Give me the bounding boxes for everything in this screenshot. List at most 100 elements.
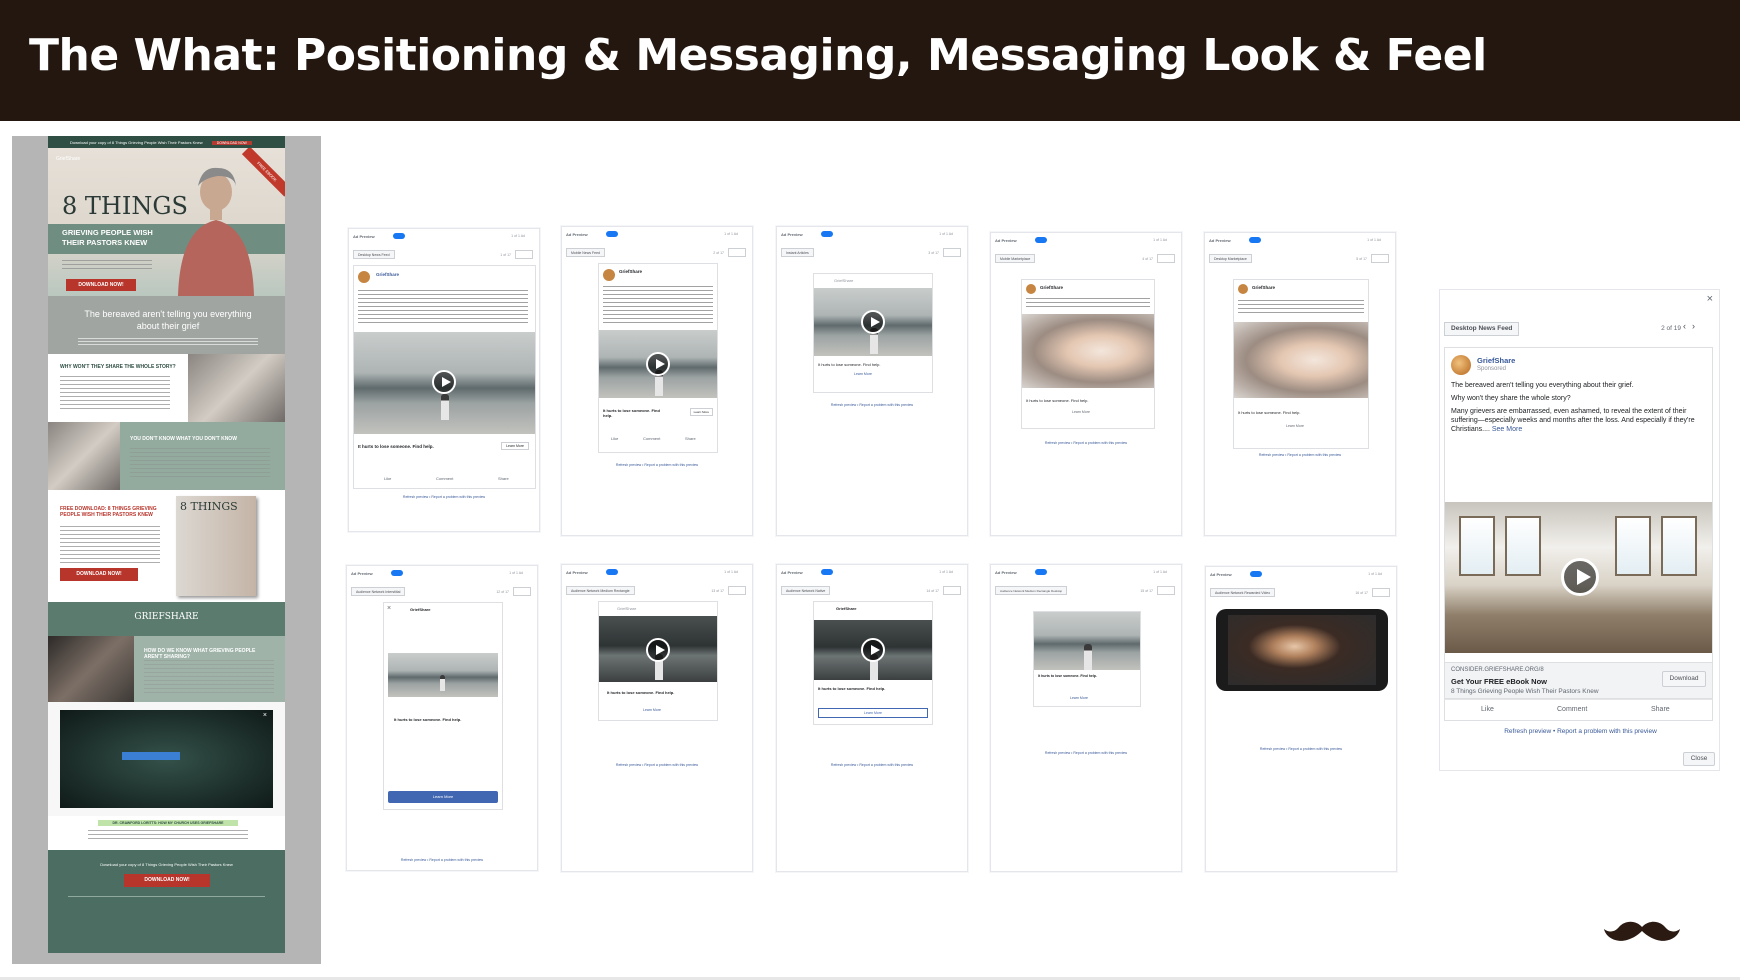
pager-arrows[interactable] bbox=[728, 586, 746, 595]
group-session-video[interactable] bbox=[1445, 502, 1712, 653]
learn-more-button[interactable]: Learn More bbox=[388, 791, 498, 803]
preview-links[interactable]: Refresh preview • Report a problem with … bbox=[1206, 747, 1396, 751]
pager-arrows[interactable] bbox=[1157, 586, 1175, 595]
pager-arrows[interactable] bbox=[943, 248, 961, 257]
learn-more-link[interactable]: Learn More bbox=[643, 708, 661, 712]
play-icon[interactable] bbox=[861, 310, 885, 334]
pager-arrows[interactable] bbox=[515, 250, 533, 259]
preview-toggle[interactable] bbox=[1250, 571, 1262, 577]
page-avatar[interactable] bbox=[358, 271, 370, 283]
play-icon[interactable] bbox=[1561, 558, 1599, 596]
pager-arrows[interactable] bbox=[513, 587, 531, 596]
learn-more-link[interactable]: Learn More bbox=[854, 372, 872, 376]
play-icon[interactable] bbox=[432, 370, 456, 394]
preview-links[interactable]: Refresh preview • Report a problem with … bbox=[991, 441, 1181, 445]
learn-more-link[interactable]: Learn More bbox=[1072, 410, 1090, 414]
preview-toggle[interactable] bbox=[1035, 237, 1047, 243]
link-preview[interactable]: CONSIDER.GRIEFSHARE.ORG/8 Get Your FREE … bbox=[1444, 663, 1713, 699]
video-close-icon[interactable]: × bbox=[263, 712, 267, 719]
placement-dropdown[interactable]: Mobile Marketplace bbox=[995, 254, 1036, 263]
preview-toggle[interactable] bbox=[393, 233, 405, 239]
preview-links[interactable]: Refresh preview • Report a problem with … bbox=[777, 403, 967, 407]
ad-page-name[interactable]: GriefShare bbox=[1040, 285, 1063, 290]
ad-page-name[interactable]: GriefShare bbox=[834, 278, 853, 283]
embedded-video-player[interactable]: × bbox=[60, 710, 273, 808]
speaker-video[interactable] bbox=[1228, 615, 1376, 685]
preview-toggle[interactable] bbox=[606, 569, 618, 575]
page-avatar[interactable] bbox=[603, 269, 615, 281]
ad-page-name[interactable]: GriefShare bbox=[1477, 356, 1515, 365]
placement-dropdown[interactable]: Audience Network Medium Rectangle Deskto… bbox=[995, 586, 1068, 595]
placement-dropdown[interactable]: Desktop News Feed bbox=[353, 250, 395, 259]
footer-download-button[interactable]: DOWNLOAD NOW! bbox=[124, 874, 210, 887]
comment-button[interactable]: Comment bbox=[436, 476, 453, 481]
like-button[interactable]: Like bbox=[384, 476, 391, 481]
grieving-woman-image[interactable] bbox=[1022, 314, 1154, 388]
ad-page-name[interactable]: GriefShare bbox=[1252, 285, 1275, 290]
ocean-video-thumbnail[interactable] bbox=[814, 288, 932, 356]
close-icon[interactable]: × bbox=[387, 605, 391, 612]
preview-links[interactable]: Refresh preview • Report a problem with … bbox=[562, 763, 752, 767]
play-icon[interactable] bbox=[646, 638, 670, 662]
download-section-button[interactable]: DOWNLOAD NOW! bbox=[60, 568, 138, 581]
pager-arrows[interactable] bbox=[1157, 254, 1175, 263]
pager-arrows[interactable]: ‹› bbox=[1683, 321, 1713, 335]
preview-links[interactable]: Refresh preview • Report a problem with … bbox=[349, 495, 539, 499]
ocean-video-thumbnail[interactable] bbox=[599, 330, 717, 398]
comment-button[interactable]: Comment bbox=[643, 436, 660, 441]
landing-topbar-button[interactable]: DOWNLOAD NOW bbox=[211, 141, 252, 145]
preview-toggle[interactable] bbox=[1249, 237, 1261, 243]
placement-dropdown[interactable]: Desktop Marketplace bbox=[1209, 254, 1252, 263]
learn-more-button[interactable]: Learn More bbox=[501, 442, 529, 450]
ocean-video-thumbnail[interactable] bbox=[354, 332, 535, 434]
placement-dropdown[interactable]: Audience Network Interstitial bbox=[351, 587, 406, 596]
pager-arrows[interactable] bbox=[943, 586, 961, 595]
close-button[interactable]: Close bbox=[1683, 752, 1715, 766]
ad-page-name[interactable]: GriefShare bbox=[376, 272, 399, 277]
ad-page-name[interactable]: GriefShare bbox=[836, 606, 856, 611]
preview-toggle[interactable] bbox=[821, 231, 833, 237]
placement-dropdown[interactable]: Audience Network Rewarded Video bbox=[1210, 588, 1276, 597]
like-button[interactable]: Like bbox=[1481, 706, 1494, 713]
ad-page-name[interactable]: GriefShare bbox=[410, 607, 430, 612]
grieving-woman-image[interactable] bbox=[1234, 322, 1368, 398]
placement-dropdown[interactable]: Desktop News Feed bbox=[1444, 322, 1520, 336]
share-button[interactable]: Share bbox=[685, 436, 696, 441]
ad-page-name[interactable]: GriefShare bbox=[619, 269, 642, 274]
placement-dropdown[interactable]: Mobile News Feed bbox=[566, 248, 605, 257]
download-button[interactable]: Download bbox=[1662, 671, 1706, 687]
preview-toggle[interactable] bbox=[391, 570, 403, 576]
learn-more-button[interactable]: Learn More bbox=[689, 408, 713, 416]
learn-more-button[interactable]: Learn More bbox=[818, 708, 928, 718]
pager-arrows[interactable] bbox=[1372, 588, 1390, 597]
page-avatar[interactable] bbox=[1451, 355, 1471, 375]
preview-links[interactable]: Refresh preview • Report a problem with … bbox=[1440, 728, 1721, 735]
placement-dropdown[interactable]: Instant Articles bbox=[781, 248, 814, 257]
ocean-video-thumbnail[interactable] bbox=[814, 620, 932, 680]
like-button[interactable]: Like bbox=[611, 436, 618, 441]
pager-arrows[interactable] bbox=[1371, 254, 1389, 263]
pager-arrows[interactable] bbox=[728, 248, 746, 257]
see-more-link[interactable]: See More bbox=[1492, 426, 1522, 433]
page-avatar[interactable] bbox=[1238, 284, 1248, 294]
close-icon[interactable]: × bbox=[1707, 293, 1713, 305]
preview-links[interactable]: Refresh preview • Report a problem with … bbox=[347, 858, 537, 862]
preview-links[interactable]: Refresh preview • Report a problem with … bbox=[991, 751, 1181, 755]
placement-dropdown[interactable]: Audience Network Medium Rectangle bbox=[566, 586, 635, 595]
play-icon[interactable] bbox=[861, 638, 885, 662]
share-button[interactable]: Share bbox=[1651, 706, 1670, 713]
play-icon[interactable] bbox=[646, 352, 670, 376]
preview-links[interactable]: Refresh preview • Report a problem with … bbox=[562, 463, 752, 467]
ad-page-name[interactable]: GriefShare bbox=[617, 606, 636, 611]
preview-links[interactable]: Refresh preview • Report a problem with … bbox=[1205, 453, 1395, 457]
ocean-video-thumbnail[interactable] bbox=[388, 653, 498, 697]
preview-toggle[interactable] bbox=[1035, 569, 1047, 575]
placement-dropdown[interactable]: Audience Network Native bbox=[781, 586, 831, 595]
preview-toggle[interactable] bbox=[606, 231, 618, 237]
preview-toggle[interactable] bbox=[821, 569, 833, 575]
share-button[interactable]: Share bbox=[498, 476, 509, 481]
video-share-icons[interactable] bbox=[122, 752, 180, 760]
page-avatar[interactable] bbox=[1026, 284, 1036, 294]
hero-download-button[interactable]: DOWNLOAD NOW! bbox=[66, 279, 136, 291]
comment-button[interactable]: Comment bbox=[1557, 706, 1587, 713]
